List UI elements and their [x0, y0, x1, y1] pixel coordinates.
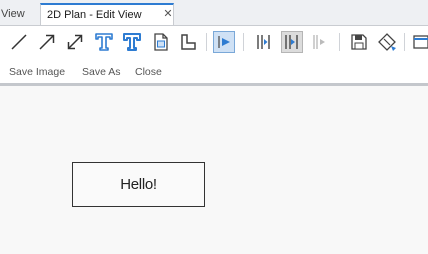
align-center-icon[interactable] — [281, 31, 303, 53]
dimension-arrow-icon[interactable] — [64, 31, 86, 53]
arrow-icon[interactable] — [36, 31, 58, 53]
close-view-icon[interactable] — [410, 31, 428, 53]
save-as-icon[interactable] — [376, 31, 398, 53]
save-as-command[interactable]: Save As — [82, 65, 121, 79]
insert-image-icon[interactable] — [150, 31, 172, 53]
toolbar-separator — [339, 33, 340, 51]
toolbar-separator — [206, 33, 207, 51]
canvas-text-box[interactable]: Hello! — [72, 162, 205, 207]
ribbon-toolbar: Save Image Save As Close — [0, 25, 428, 83]
align-left-icon[interactable] — [253, 31, 275, 53]
ribbon-divider — [0, 83, 428, 86]
save-image-icon[interactable] — [348, 31, 370, 53]
select-pointer-icon[interactable] — [213, 31, 235, 53]
tab-label: 2D Plan - Edit View — [47, 9, 142, 21]
align-right-icon[interactable] — [309, 31, 331, 53]
tab-view[interactable]: View — [0, 6, 25, 22]
tab-bar: View 2D Plan - Edit View ✕ — [0, 0, 428, 25]
text-box-label: Hello! — [120, 176, 157, 193]
toolbar-separator — [243, 33, 244, 51]
close-tab-icon[interactable]: ✕ — [162, 6, 174, 22]
text-bold-icon[interactable] — [121, 31, 143, 53]
close-command[interactable]: Close — [135, 65, 162, 79]
text-icon[interactable] — [93, 31, 115, 53]
toolbar-separator — [404, 33, 405, 51]
tab-2d-plan-edit-view[interactable]: 2D Plan - Edit View ✕ — [40, 3, 174, 25]
line-icon[interactable] — [8, 31, 30, 53]
save-image-command[interactable]: Save Image — [9, 65, 65, 79]
corner-icon[interactable] — [177, 31, 199, 53]
